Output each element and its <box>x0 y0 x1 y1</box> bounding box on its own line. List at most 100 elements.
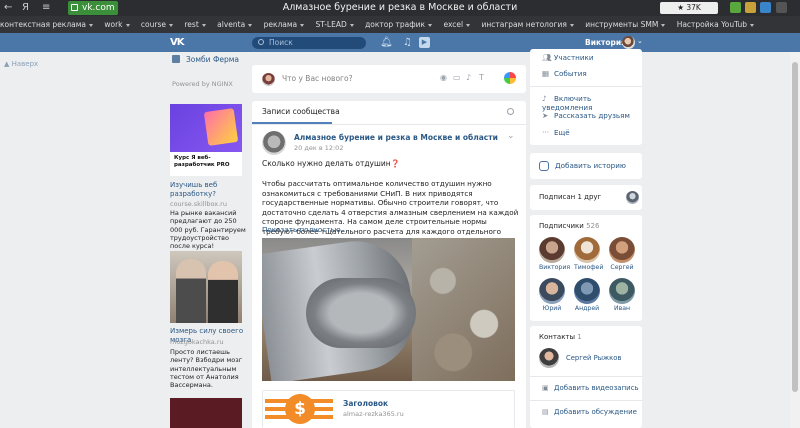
extension-icon[interactable] <box>760 2 771 13</box>
ad-image-mozgokachka[interactable] <box>170 251 242 323</box>
tab-community-posts[interactable]: Записи сообщества <box>262 107 340 116</box>
bookmark-folder[interactable]: work <box>100 16 134 33</box>
sidebar-item-label: Зомби Ферма <box>186 55 240 64</box>
add-discussion-button[interactable]: ▤ Добавить обсуждение <box>542 408 637 416</box>
instagram-icon <box>539 161 549 171</box>
menu-icon[interactable]: ≡ <box>42 1 50 15</box>
ad-image-skillbox[interactable]: Курс Я веб-разработчик PRO <box>170 104 242 176</box>
ad-text: На рынке вакансий предлагают до 250 000 … <box>170 209 246 251</box>
yandex-logo[interactable]: Я <box>22 1 29 15</box>
download-icon[interactable] <box>730 2 741 13</box>
scroll-to-top-link[interactable]: ▲ Наверх <box>4 60 38 68</box>
person-illustration <box>208 261 238 323</box>
sidebar-item-zombie-farm[interactable]: Зомби Ферма <box>172 55 239 64</box>
link-attachment[interactable]: $ Заголовок almaz-rezka365.ru <box>262 390 515 428</box>
post-photo[interactable] <box>262 238 515 381</box>
camera-icon[interactable]: ◉ <box>440 74 448 82</box>
chevron-down-icon[interactable]: ⌄ <box>637 37 643 45</box>
dollar-icon: $ <box>285 394 315 424</box>
bookmark-folder[interactable]: course <box>137 16 178 33</box>
enable-notifications-button[interactable]: ♪ Включить уведомления <box>542 94 642 112</box>
back-icon[interactable]: ← <box>4 1 12 15</box>
bookmark-folder[interactable]: контекстная реклама <box>0 16 98 33</box>
search-icon <box>258 39 264 45</box>
ad-domain: mozgokachka.ru <box>170 338 224 346</box>
followers-title[interactable]: Подписчики 526 <box>539 222 599 230</box>
photo-concrete-core <box>306 278 416 348</box>
follower-item[interactable]: Юрий <box>539 278 565 312</box>
ad-image-3[interactable] <box>170 398 242 428</box>
follower-name: Андрей <box>574 305 600 312</box>
avatar <box>609 278 635 304</box>
contacts-title[interactable]: Контакты 1 <box>539 333 582 341</box>
bookmark-youtube[interactable]: Настройка YouTub <box>673 16 759 33</box>
game-icon <box>172 55 180 63</box>
add-discussion-label: Добавить обсуждение <box>554 408 637 416</box>
bookmark-folder[interactable]: excel <box>439 16 475 33</box>
community-wall: Записи сообщества Алмазное бурение и рез… <box>252 101 526 428</box>
music-icon[interactable]: ♪ <box>466 74 474 82</box>
bookmark-folder[interactable]: инстаграм нетология <box>477 16 578 33</box>
users-icon: 👥︎ <box>542 53 552 62</box>
link-title[interactable]: Заголовок <box>343 399 388 408</box>
search-icon[interactable] <box>507 108 514 115</box>
ad-title[interactable]: Изучишь веб разработку? <box>170 181 250 199</box>
add-video-button[interactable]: ▣ Добавить видеозапись <box>542 384 639 392</box>
bookmark-folder[interactable]: инструменты SMM <box>581 16 670 33</box>
follower-item[interactable]: Сергей <box>609 237 635 271</box>
follower-name: Виктория <box>539 264 571 271</box>
avatar[interactable] <box>622 36 635 49</box>
divider <box>530 400 642 401</box>
chevron-down-icon[interactable]: ⌄ <box>507 131 515 141</box>
bookmark-folder[interactable]: rest <box>180 16 210 33</box>
video-icon[interactable]: ▭ <box>453 74 461 82</box>
bell-icon: ♪ <box>542 94 547 103</box>
events-label: События <box>554 69 587 78</box>
bell-icon[interactable]: 🔔︎ <box>380 37 393 48</box>
search-input[interactable]: Поиск <box>252 37 366 49</box>
avatar[interactable] <box>626 191 639 204</box>
more-button[interactable]: ··· Ещё <box>542 128 570 137</box>
avatar <box>539 278 565 304</box>
reviews-badge[interactable]: ★ 37K отзывов <box>660 2 718 24</box>
bookmark-icon[interactable] <box>745 2 756 13</box>
composer-placeholder[interactable]: Что у Вас нового? <box>282 74 353 83</box>
follower-item[interactable]: Андрей <box>574 278 600 312</box>
show-more-link[interactable]: Показать полностью... <box>262 225 348 234</box>
follower-item[interactable]: Виктория <box>539 237 571 271</box>
members-link[interactable]: 👥︎ Участники <box>542 53 594 62</box>
minimize-icon[interactable] <box>776 2 787 13</box>
add-story-button[interactable]: Добавить историю <box>530 153 642 179</box>
contact-name[interactable]: Сергей Рыжков <box>566 354 621 362</box>
more-label: Ещё <box>554 128 570 137</box>
post-body: Чтобы рассчитать оптимальное количество … <box>262 179 519 246</box>
subscribed-friends[interactable]: Подписан 1 друг <box>530 185 642 210</box>
follower-name: Тимофей <box>574 264 604 271</box>
music-note-icon[interactable]: ♫ <box>402 37 413 48</box>
text-icon[interactable]: T <box>479 74 487 82</box>
bookmark-folder[interactable]: alventa <box>213 16 257 33</box>
followers-count: 526 <box>586 222 600 230</box>
bookmark-folder[interactable]: ST-LEAD <box>312 16 359 33</box>
avatar <box>609 237 635 263</box>
post-date[interactable]: 20 дек в 12:02 <box>294 144 343 152</box>
community-avatar[interactable] <box>262 131 286 155</box>
tell-friends-label: Рассказать друзьям <box>554 111 630 120</box>
address-bar[interactable]: vk.com <box>68 1 118 15</box>
avatar <box>574 278 600 304</box>
vk-logo[interactable]: VK <box>170 37 189 48</box>
play-icon[interactable]: ▶ <box>419 37 430 48</box>
bookmark-folder[interactable]: доктор трафик <box>361 16 437 33</box>
avatar[interactable] <box>539 348 559 368</box>
follower-item[interactable]: Иван <box>609 278 635 312</box>
tell-friends-button[interactable]: ➤ Рассказать друзьям <box>542 111 630 120</box>
events-link[interactable]: ▦ События <box>542 69 587 78</box>
scrollbar-thumb[interactable] <box>792 62 798 392</box>
bookmark-folder[interactable]: реклама <box>260 16 310 33</box>
follower-name: Юрий <box>542 305 562 312</box>
username[interactable]: Виктория <box>585 38 626 48</box>
follower-item[interactable]: Тимофей <box>574 237 604 271</box>
post-author[interactable]: Алмазное бурение и резка в Москве и обла… <box>294 133 498 142</box>
post-composer[interactable]: Что у Вас нового? ◉ ▭ ♪ T <box>252 65 526 93</box>
color-picker-icon[interactable] <box>504 72 516 84</box>
